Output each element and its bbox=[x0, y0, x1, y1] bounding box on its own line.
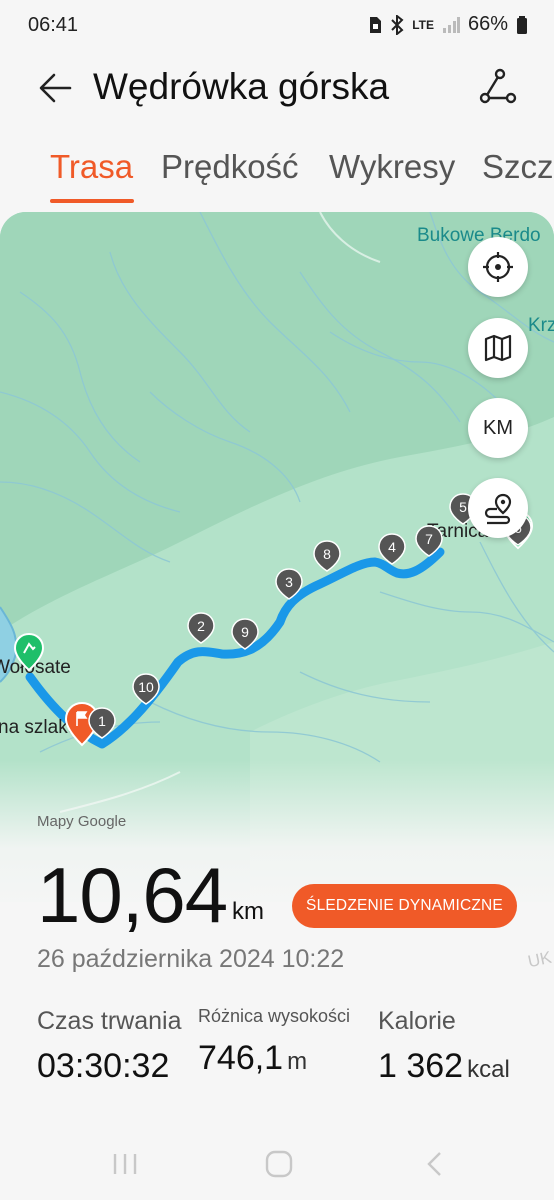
elevation-value: 746,1 bbox=[198, 1039, 284, 1077]
calories-label: Kalorie bbox=[378, 1007, 456, 1035]
duration-label: Czas trwania bbox=[37, 1007, 182, 1035]
place-wolosate: Wołosate bbox=[0, 657, 71, 678]
calories-value: 1 362 bbox=[378, 1047, 464, 1085]
map-faded-label: UK bbox=[526, 947, 554, 972]
bluetooth-icon bbox=[391, 14, 404, 35]
map-attribution: Mapy Google bbox=[37, 813, 127, 830]
page-title: Wędrówka górska bbox=[93, 66, 390, 107]
tab-szczegoly[interactable]: Szcz bbox=[482, 148, 554, 186]
crosshair-icon bbox=[483, 252, 513, 282]
sim-icon bbox=[370, 16, 382, 33]
place-krz: Krz bbox=[528, 315, 554, 336]
tab-bar: Trasa Prędkość Wykresy Szcz bbox=[0, 148, 554, 208]
map-layers-button[interactable] bbox=[468, 318, 528, 378]
unit-km-button[interactable]: KM bbox=[468, 398, 528, 458]
network-label: LTE bbox=[412, 17, 434, 32]
activity-date: 26 października 2024 10:22 bbox=[37, 945, 345, 973]
elevation-unit: m bbox=[287, 1048, 308, 1075]
status-icons: LTE 66% bbox=[368, 13, 528, 36]
app-header: Wędrówka górska bbox=[0, 52, 554, 122]
route-pin-button[interactable] bbox=[468, 478, 528, 538]
place-trail: na szlaku bbox=[0, 717, 79, 738]
home-icon[interactable] bbox=[264, 1150, 294, 1178]
dynamic-tracking-button[interactable]: ŚLEDZENIE DYNAMICZNE bbox=[292, 884, 517, 928]
system-nav-bar bbox=[0, 1128, 554, 1200]
map-icon bbox=[484, 334, 512, 362]
tab-wykresy[interactable]: Wykresy bbox=[329, 148, 455, 186]
duration-value: 03:30:32 bbox=[37, 1047, 170, 1085]
elevation-label: Różnica wysokości bbox=[198, 1006, 351, 1026]
unit-km-label: KM bbox=[483, 416, 513, 439]
status-time: 06:41 bbox=[28, 14, 79, 36]
status-bar: 06:41 LTE 66% bbox=[0, 0, 554, 52]
battery-percent: 66% bbox=[467, 13, 508, 35]
recent-apps-icon[interactable] bbox=[110, 1150, 140, 1178]
calories-unit: kcal bbox=[467, 1056, 510, 1083]
signal-icon bbox=[442, 16, 460, 33]
nav-back-icon[interactable] bbox=[420, 1150, 450, 1178]
route-pin-icon bbox=[484, 493, 512, 525]
distance-value: 10,64 bbox=[37, 851, 228, 939]
route-share-icon[interactable] bbox=[478, 66, 518, 106]
tab-predkosc[interactable]: Prędkość bbox=[161, 148, 299, 186]
active-tab-indicator bbox=[50, 199, 134, 203]
locate-button[interactable] bbox=[468, 237, 528, 297]
tab-trasa[interactable]: Trasa bbox=[50, 148, 133, 186]
distance-unit: km bbox=[232, 898, 264, 925]
elevation-stat: 746,1 m bbox=[198, 1039, 307, 1078]
back-arrow-icon[interactable] bbox=[36, 68, 76, 108]
calories-stat: 1 362 kcal bbox=[378, 1047, 510, 1086]
battery-icon bbox=[517, 15, 527, 34]
